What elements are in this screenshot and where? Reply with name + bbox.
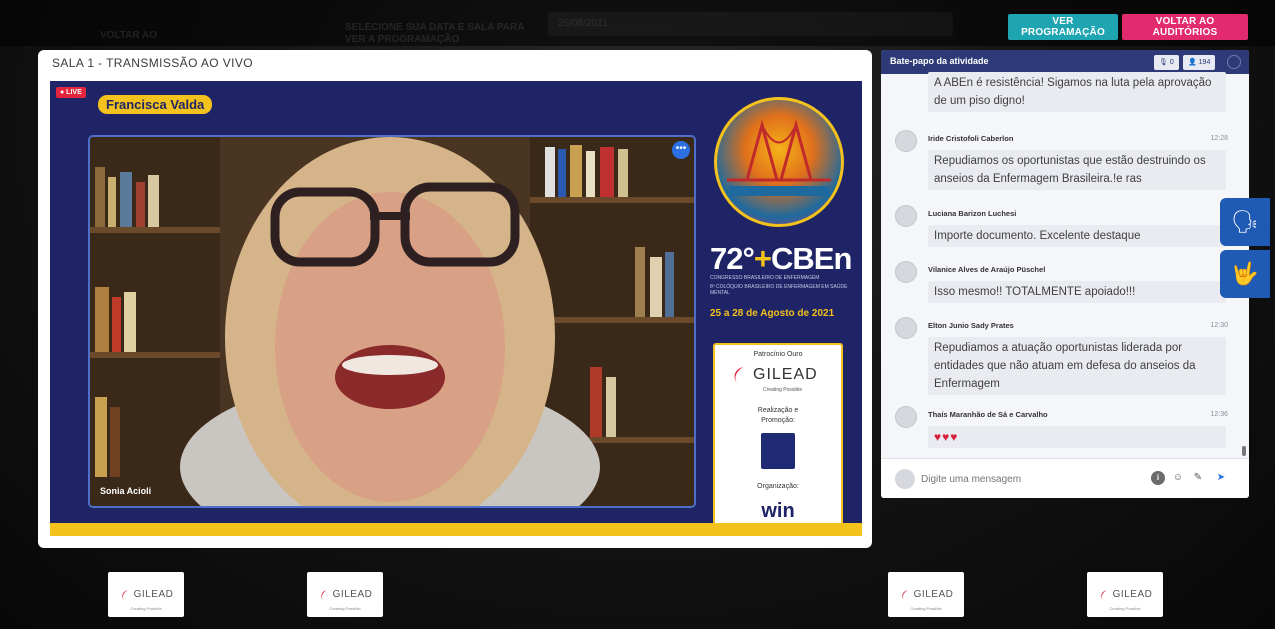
footer-sponsor-tagline: Creating Possible (329, 606, 361, 611)
chat-message-time: 12:36 (1210, 411, 1228, 418)
audio-description-button[interactable]: 🗣 (1220, 198, 1270, 246)
chat-message-author: Iride Cristofoli Caberlon (928, 134, 1014, 143)
chat-message-text: A ABEn é resistência! Sigamos na luta pe… (928, 72, 1226, 112)
faded-select-label: SELECIONE SUA DATA E SALA PARA VER A PRO… (345, 22, 525, 45)
event-date: 25 a 28 de Agosto de 2021 (710, 308, 835, 319)
faded-back-label: VOLTAR AO (100, 30, 158, 41)
footer-sponsor-tagline: Creating Possible (130, 606, 162, 611)
florianopolis-bridge-icon (727, 119, 831, 196)
footer-sponsor-tile[interactable]: GILEAD Creating Possible (888, 572, 964, 617)
chat-message-hearts: ♥♥♥ (928, 426, 1226, 448)
chat-message-text: Repudiamos os oportunistas que estão des… (928, 150, 1226, 190)
footer-sponsor-tagline: Creating Possible (1109, 606, 1141, 611)
mic-count-chip[interactable]: 🎙 0 (1154, 55, 1179, 70)
chat-message-text: Isso mesmo!! TOTALMENTE apoiado!!! (928, 281, 1226, 303)
gilead-mark-icon (320, 589, 327, 600)
footer-sponsor-tile[interactable]: GILEAD Creating Possible (1087, 572, 1163, 617)
chat-message-time: 12:28 (1210, 135, 1228, 142)
my-avatar-icon (895, 469, 915, 489)
sponsor-card: Patrocínio Ouro GILEAD Creating Possible… (713, 343, 843, 527)
gilead-mark-icon (734, 367, 743, 383)
footer-sponsor-label: GILEAD (133, 589, 174, 600)
gilead-mark-icon (121, 589, 128, 600)
win-logo: win (761, 500, 795, 522)
chat-message-text: Repudiamos a atuação oportunistas lidera… (928, 337, 1226, 395)
live-badge: ● LIVE (56, 87, 86, 98)
back-to-auditoriums-button[interactable]: VOLTAR AO AUDITÓRIOS (1122, 14, 1248, 40)
footer-sponsor-label: GILEAD (1112, 589, 1153, 600)
event-colloquium: 8º COLÓQUIO BRASILEIRO DE ENFERMAGEM EM … (710, 284, 848, 296)
attach-icon[interactable]: ✎ (1191, 471, 1205, 485)
event-title-plus: + (753, 241, 772, 276)
chat-panel: Bate-papo da atividade 🎙 0 👤 194 A ABEn … (881, 50, 1249, 498)
faded-date-select: 26/08/2021 (548, 12, 953, 36)
footer-sponsor-label: GILEAD (332, 589, 373, 600)
footer-sponsor-tile[interactable]: GILEAD Creating Possible (108, 572, 184, 617)
event-title: 72°+CBEn (710, 241, 852, 277)
speaker-name-tag: Francisca Valda (98, 95, 213, 114)
participants-count-chip[interactable]: 👤 194 (1183, 55, 1216, 70)
user-avatar-icon (895, 130, 917, 152)
chat-message-author: Luciana Barizon Luchesi (928, 209, 1017, 218)
gilead-wordmark: GILEAD (753, 366, 818, 383)
user-avatar-icon (895, 406, 917, 428)
gilead-mark-icon (901, 589, 908, 600)
chat-toggle-icon[interactable] (1227, 55, 1241, 69)
chat-header: Bate-papo da atividade 🎙 0 👤 194 (881, 50, 1249, 74)
organization-label: Organização: (757, 483, 799, 490)
chat-message-text: Importe documento. Excelente destaque (928, 225, 1226, 247)
camera-participant-name: Sonia Acioli (100, 486, 152, 496)
chat-message-time: 12:30 (1210, 322, 1228, 329)
aben-emblem-icon (761, 433, 795, 469)
send-icon[interactable]: ➤ (1214, 471, 1228, 485)
footer-sponsor-tile[interactable]: GILEAD Creating Possible (307, 572, 383, 617)
user-avatar-icon (895, 205, 917, 227)
promotion-label: Promoção: (761, 417, 795, 424)
gilead-logo: GILEAD (729, 365, 829, 385)
emoji-icon[interactable]: ☺ (1171, 471, 1185, 485)
chat-scrollbar[interactable] (1242, 446, 1246, 456)
realization-label: Realização e (757, 407, 799, 414)
sponsor-gold-label: Patrocínio Ouro (753, 351, 803, 358)
gilead-tagline: Creating Possible (763, 387, 803, 393)
camera-frame-illustration (90, 137, 694, 506)
view-schedule-button[interactable]: VER PROGRAMAÇÃO (1008, 14, 1118, 40)
chat-title: Bate-papo da atividade (890, 56, 989, 66)
speaker-camera-feed[interactable]: Sonia Acioli ••• (88, 135, 696, 508)
event-logo (714, 97, 844, 227)
footer-sponsor-label: GILEAD (913, 589, 954, 600)
sign-language-button[interactable]: 🤟 (1220, 250, 1270, 298)
video-card-title: SALA 1 - TRANSMISSÃO AO VIVO (52, 56, 254, 70)
event-title-number: 72° (710, 241, 755, 276)
user-avatar-icon (895, 317, 917, 339)
camera-options-icon[interactable]: ••• (672, 141, 690, 159)
chat-message-author: Thaís Maranhão de Sá e Carvalho (928, 410, 1048, 419)
gilead-mark-icon (1100, 589, 1107, 600)
chat-message-input[interactable] (921, 469, 1141, 489)
stage-bottom-stripe (50, 523, 862, 536)
user-avatar-icon (895, 261, 917, 283)
footer-sponsor-tagline: Creating Possible (910, 606, 942, 611)
chat-message-author: Vilanice Alves de Araújo Püschel (928, 265, 1046, 274)
chat-message-author: Elton Junio Sady Prates (928, 321, 1014, 330)
info-icon[interactable]: i (1151, 471, 1165, 485)
event-subtitle: CONGRESSO BRASILEIRO DE ENFERMAGEM (710, 275, 820, 281)
chat-input-bar: i ☺ ✎ ➤ (881, 458, 1249, 498)
video-card: SALA 1 - TRANSMISSÃO AO VIVO ● LIVE Fran… (38, 50, 872, 548)
stream-stage[interactable]: ● LIVE Francisca Valda Sonia Acioli ••• … (50, 81, 862, 536)
event-title-acronym: CBEn (771, 241, 852, 276)
